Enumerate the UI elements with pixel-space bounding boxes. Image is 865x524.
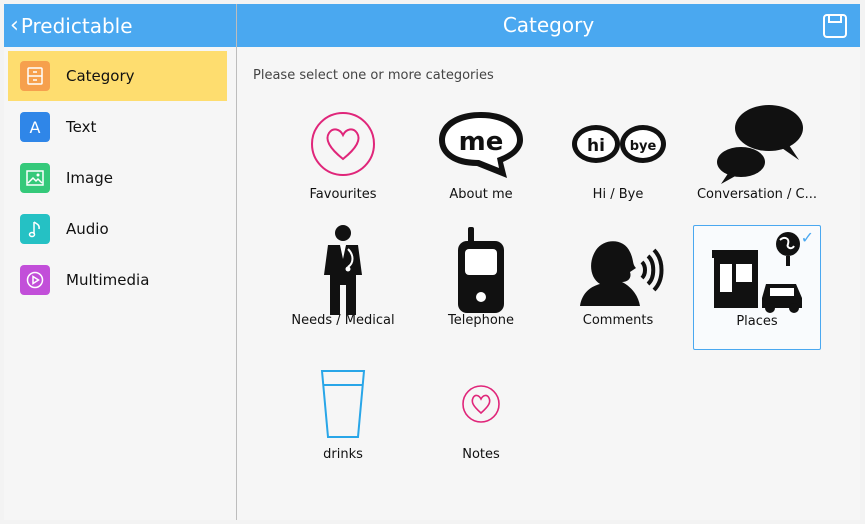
sidebar-item-text[interactable]: A Text	[8, 102, 227, 152]
category-tile-notes[interactable]: Notes	[417, 359, 545, 484]
tile-label: Needs / Medical	[291, 313, 395, 328]
sidebar-item-label: Multimedia	[66, 271, 150, 289]
small-heart-circle-icon	[462, 385, 500, 423]
instruction-text: Please select one or more categories	[253, 68, 494, 83]
image-icon	[20, 163, 50, 193]
tile-label: Hi / Bye	[592, 187, 644, 202]
save-icon[interactable]	[822, 13, 848, 39]
svg-text:me: me	[459, 127, 504, 157]
svg-text:hi: hi	[587, 136, 605, 156]
pane-divider	[236, 4, 237, 520]
places-icon	[712, 232, 802, 313]
sidebar-item-label: Audio	[66, 220, 109, 238]
page-title: Category	[502, 13, 595, 37]
tile-label: About me	[449, 187, 513, 202]
category-tile-comments[interactable]: Comments	[554, 225, 682, 350]
category-tile-hi-bye[interactable]: hi bye Hi / Bye	[554, 99, 682, 224]
heart-circle-icon	[311, 112, 375, 176]
sidebar-item-audio[interactable]: Audio	[8, 204, 227, 254]
hi-bye-bubbles-icon: hi bye	[572, 125, 666, 163]
back-label: Predictable	[20, 13, 133, 38]
sidebar-item-image[interactable]: Image	[8, 153, 227, 203]
top-bar: Category	[237, 4, 860, 47]
category-tile-places[interactable]: ✓ Places	[693, 225, 821, 350]
tile-label: Telephone	[447, 313, 515, 328]
sidebar-item-label: Text	[66, 118, 97, 136]
doctor-icon	[324, 225, 362, 315]
tile-label: Places	[736, 314, 778, 329]
sidebar-item-label: Image	[66, 169, 113, 187]
audio-icon	[20, 214, 50, 244]
sidebar-item-label: Category	[66, 67, 135, 85]
mobile-phone-icon	[458, 227, 504, 313]
app-window: ‹ Predictable Category Category A Text I…	[4, 4, 860, 520]
tile-label: Comments	[582, 313, 654, 328]
me-speech-bubble-icon: me	[439, 112, 523, 178]
sidebar-item-category[interactable]: Category	[8, 51, 227, 101]
category-tile-favourites[interactable]: Favourites	[279, 99, 407, 224]
conversation-bubbles-icon	[717, 105, 803, 184]
category-tile-about-me[interactable]: me About me	[417, 99, 545, 224]
multimedia-icon	[20, 265, 50, 295]
category-icon	[20, 61, 50, 91]
svg-text:bye: bye	[630, 139, 657, 154]
tile-label: drinks	[323, 447, 363, 462]
chevron-left-icon: ‹	[10, 12, 19, 38]
text-icon: A	[20, 112, 50, 142]
sidebar-item-multimedia[interactable]: Multimedia	[8, 255, 227, 305]
category-tile-telephone[interactable]: Telephone	[417, 225, 545, 350]
category-tile-conversation[interactable]: Conversation / C...	[693, 99, 821, 224]
category-tile-drinks[interactable]: drinks	[279, 359, 407, 484]
category-tile-needs-medical[interactable]: Needs / Medical	[279, 225, 407, 350]
tile-label: Notes	[462, 447, 500, 462]
sidebar: Category A Text Image Audio Multimedia	[4, 47, 236, 520]
speaking-head-icon	[580, 241, 664, 306]
back-button[interactable]: ‹ Predictable	[4, 4, 236, 47]
tile-label: Favourites	[309, 187, 377, 202]
checkmark-icon: ✓	[800, 228, 814, 247]
tile-label: Conversation / C...	[696, 187, 818, 202]
glass-of-water-icon	[320, 370, 366, 438]
